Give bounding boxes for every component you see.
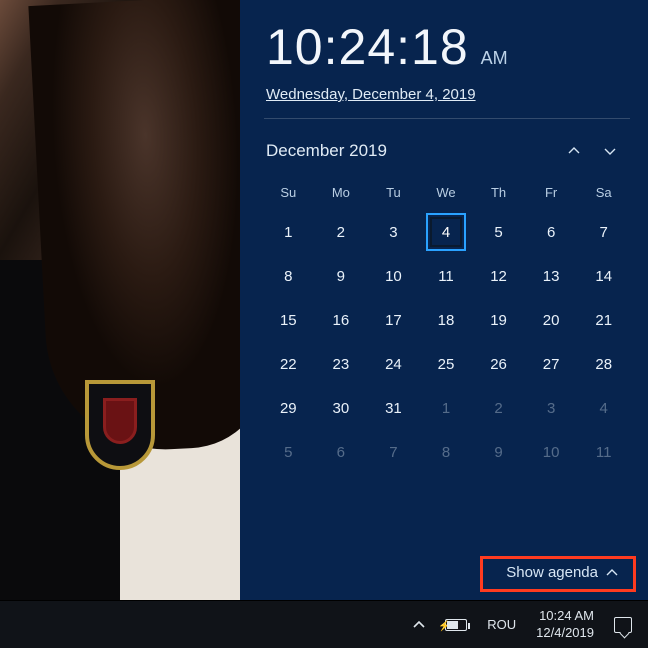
calendar-day[interactable]: 23 <box>315 342 368 386</box>
calendar-day[interactable]: 9 <box>472 430 525 474</box>
month-header: December 2019 <box>240 119 648 173</box>
battery-icon: ⚡ <box>445 619 467 631</box>
battery-tray-icon[interactable]: ⚡ <box>437 601 475 648</box>
calendar-day[interactable]: 6 <box>315 430 368 474</box>
calendar-day[interactable]: 21 <box>577 298 630 342</box>
calendar-day[interactable]: 5 <box>262 430 315 474</box>
calendar-day[interactable]: 3 <box>367 210 420 254</box>
tray-overflow-button[interactable] <box>405 601 433 648</box>
taskbar: ⚡ ROU 10:24 AM 12/4/2019 <box>0 600 648 648</box>
calendar-day[interactable]: 8 <box>420 430 473 474</box>
calendar-day[interactable]: 12 <box>472 254 525 298</box>
next-month-button[interactable] <box>592 135 628 167</box>
dow-label: Su <box>262 177 315 210</box>
dow-label: Mo <box>315 177 368 210</box>
calendar-day[interactable]: 1 <box>420 386 473 430</box>
calendar-day[interactable]: 22 <box>262 342 315 386</box>
taskbar-clock[interactable]: 10:24 AM 12/4/2019 <box>528 601 602 648</box>
dow-label: Fr <box>525 177 578 210</box>
calendar-grid: SuMoTuWeThFrSa 1234567891011121314151617… <box>240 173 648 474</box>
calendar-day[interactable]: 24 <box>367 342 420 386</box>
calendar-day[interactable]: 16 <box>315 298 368 342</box>
desktop-wallpaper <box>0 0 240 600</box>
calendar-day[interactable]: 19 <box>472 298 525 342</box>
calendar-day[interactable]: 10 <box>367 254 420 298</box>
calendar-day[interactable]: 31 <box>367 386 420 430</box>
clock-time: 10:24:18 <box>266 18 469 76</box>
clock-section: 10:24:18 AM Wednesday, December 4, 2019 <box>240 0 648 118</box>
chevron-up-icon <box>568 145 580 157</box>
calendar-flyout: 10:24:18 AM Wednesday, December 4, 2019 … <box>240 0 648 600</box>
chevron-up-icon <box>606 567 618 579</box>
clock-ampm: AM <box>481 48 508 69</box>
month-label[interactable]: December 2019 <box>266 141 387 161</box>
chevron-down-icon <box>604 145 616 157</box>
taskbar-clock-date: 12/4/2019 <box>536 625 594 641</box>
prev-month-button[interactable] <box>556 135 592 167</box>
calendar-day[interactable]: 18 <box>420 298 473 342</box>
calendar-day[interactable]: 25 <box>420 342 473 386</box>
calendar-day[interactable]: 1 <box>262 210 315 254</box>
dow-label: Tu <box>367 177 420 210</box>
calendar-day[interactable]: 27 <box>525 342 578 386</box>
calendar-day[interactable]: 8 <box>262 254 315 298</box>
calendar-day[interactable]: 26 <box>472 342 525 386</box>
calendar-day[interactable]: 30 <box>315 386 368 430</box>
clock-date-link[interactable]: Wednesday, December 4, 2019 <box>266 86 476 103</box>
calendar-day[interactable]: 15 <box>262 298 315 342</box>
calendar-day[interactable]: 11 <box>577 430 630 474</box>
calendar-day[interactable]: 13 <box>525 254 578 298</box>
calendar-day[interactable]: 10 <box>525 430 578 474</box>
calendar-day[interactable]: 29 <box>262 386 315 430</box>
calendar-day[interactable]: 2 <box>315 210 368 254</box>
calendar-day[interactable]: 4 <box>420 210 473 254</box>
dow-label: Th <box>472 177 525 210</box>
dow-label: Sa <box>577 177 630 210</box>
calendar-day[interactable]: 6 <box>525 210 578 254</box>
notification-icon <box>614 617 632 633</box>
calendar-day[interactable]: 4 <box>577 386 630 430</box>
ime-indicator[interactable]: ROU <box>479 601 524 648</box>
action-center-button[interactable] <box>606 601 640 648</box>
calendar-day[interactable]: 14 <box>577 254 630 298</box>
taskbar-clock-time: 10:24 AM <box>536 608 594 624</box>
chevron-up-icon <box>413 619 425 631</box>
dow-label: We <box>420 177 473 210</box>
show-agenda-label: Show agenda <box>506 564 598 581</box>
calendar-day[interactable]: 9 <box>315 254 368 298</box>
calendar-day[interactable]: 3 <box>525 386 578 430</box>
calendar-day[interactable]: 20 <box>525 298 578 342</box>
calendar-day[interactable]: 28 <box>577 342 630 386</box>
calendar-day[interactable]: 17 <box>367 298 420 342</box>
show-agenda-button[interactable]: Show agenda <box>496 559 628 586</box>
calendar-day[interactable]: 5 <box>472 210 525 254</box>
calendar-day[interactable]: 7 <box>577 210 630 254</box>
calendar-day[interactable]: 2 <box>472 386 525 430</box>
calendar-day[interactable]: 11 <box>420 254 473 298</box>
calendar-day[interactable]: 7 <box>367 430 420 474</box>
